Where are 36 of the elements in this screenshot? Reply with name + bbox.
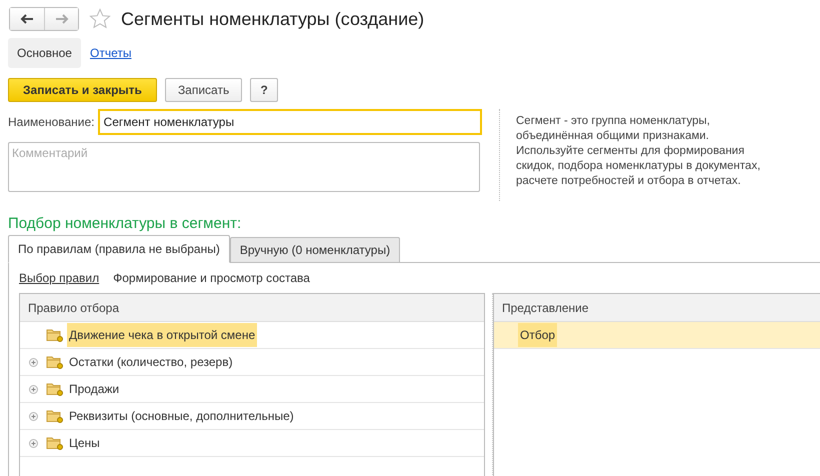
panel-link[interactable]: Формирование и просмотр состава	[113, 271, 310, 285]
window-title: Сегменты номенклатуры (создание)	[121, 8, 424, 30]
tab[interactable]: Вручную (0 номенклатуры)	[230, 237, 400, 263]
name-field[interactable]: Сегмент номенклатуры	[98, 109, 482, 135]
folder-icon	[46, 355, 63, 369]
rule-cell[interactable]: Остатки (количество, резерв)	[67, 350, 235, 374]
rule-cell[interactable]: Продажи	[67, 377, 122, 401]
back-button[interactable]	[10, 8, 44, 30]
name-label: Наименование:	[8, 115, 95, 129]
folder-icon	[46, 436, 63, 450]
star-icon[interactable]	[89, 8, 111, 30]
help-button[interactable]: ?	[250, 78, 278, 102]
rule-cell[interactable]: Реквизиты (основные, дополнительные)	[67, 404, 296, 428]
folder-icon	[46, 409, 63, 423]
column-header: Представление	[502, 300, 589, 314]
save-close-button[interactable]: Записать и закрыть	[8, 78, 157, 102]
view-cell[interactable]: Отбор	[518, 323, 558, 347]
section-tab[interactable]: Основное	[8, 38, 81, 68]
comment-field[interactable]: Комментарий	[8, 142, 480, 192]
section-tab[interactable]: Отчеты	[80, 38, 140, 68]
back-arrow-icon	[20, 14, 34, 24]
panel-link[interactable]: Выбор правил	[19, 271, 100, 285]
rule-cell[interactable]: Цены	[67, 431, 102, 455]
save-button[interactable]: Записать	[164, 78, 242, 102]
description-text: Сегмент - это группа номенклатуры, объединённая общими признаками. Используйте сегменты для формирования скидок, подбора номенклатуры в документах, расчете потребностей и отбора в отчетах.	[516, 115, 760, 187]
expand-icon[interactable]	[28, 438, 38, 448]
expand-icon[interactable]	[28, 358, 38, 366]
tab[interactable]: По правилам (правила не выбраны)	[8, 235, 230, 263]
folder-icon	[46, 328, 63, 342]
expand-icon[interactable]	[28, 384, 38, 394]
rule-cell[interactable]: Движение чека в открытой смене	[67, 323, 258, 347]
forward-arrow-icon	[54, 14, 68, 24]
expand-icon[interactable]	[28, 412, 38, 420]
section-title: Подбор номенклатуры в сегмент:	[7, 214, 242, 232]
column-header: Правило отбора	[28, 300, 119, 314]
folder-icon	[46, 382, 63, 396]
